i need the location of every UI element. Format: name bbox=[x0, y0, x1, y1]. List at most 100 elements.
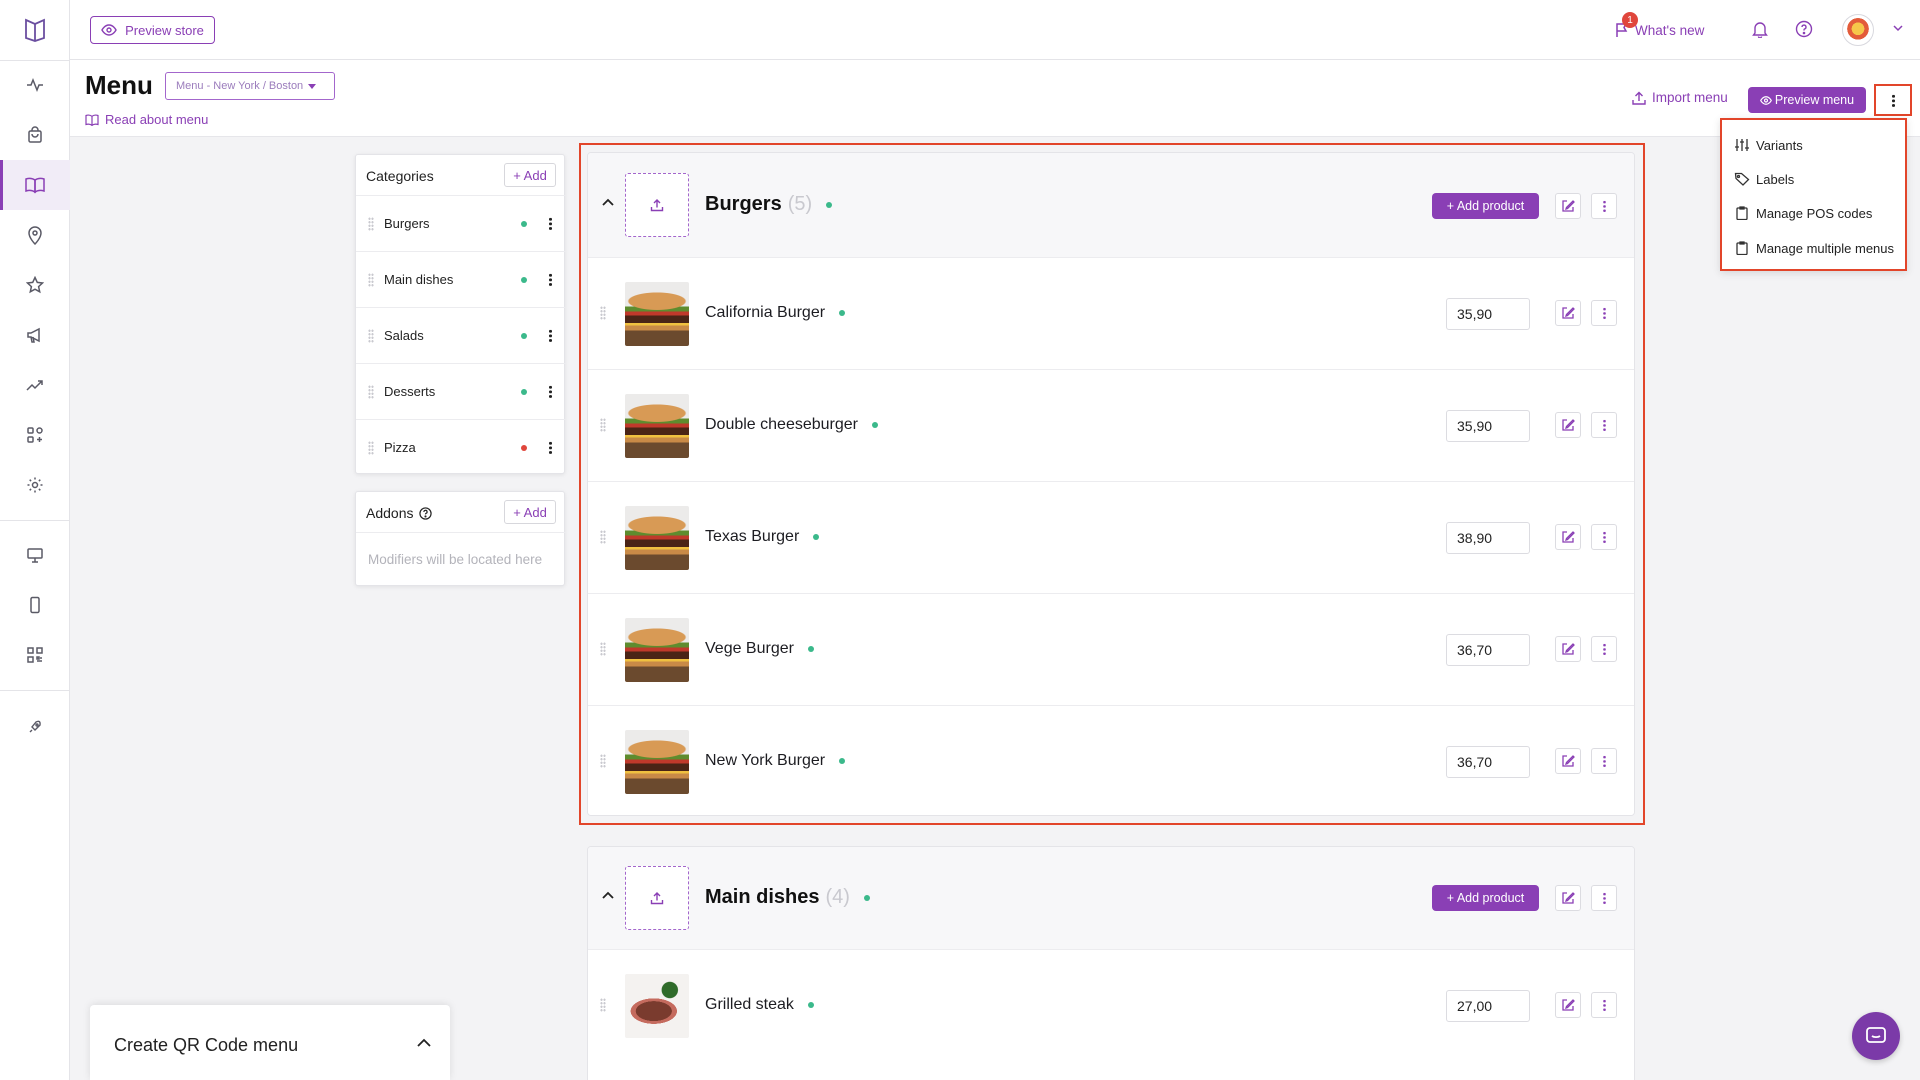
location-pin-icon[interactable] bbox=[0, 210, 70, 260]
status-dot bbox=[521, 388, 527, 395]
more-options-button[interactable] bbox=[1874, 84, 1912, 116]
edit-product-button[interactable] bbox=[1555, 636, 1581, 662]
category-list-item[interactable]: Pizza bbox=[356, 419, 566, 475]
chevron-up-icon[interactable] bbox=[417, 1038, 431, 1047]
product-row[interactable]: New York Burger 36,70 bbox=[588, 705, 1634, 815]
menu-item-manage-pos-codes[interactable]: Manage POS codes bbox=[1722, 196, 1908, 230]
product-more-button[interactable] bbox=[1591, 412, 1617, 438]
whats-new-link[interactable]: 1 What's new bbox=[1615, 12, 1704, 42]
drag-handle-icon[interactable] bbox=[368, 272, 374, 287]
category-list-item[interactable]: Burgers bbox=[356, 195, 566, 251]
add-category-button[interactable]: + Add bbox=[504, 163, 556, 187]
settings-gear-icon[interactable] bbox=[0, 460, 70, 510]
price-input[interactable]: 36,70 bbox=[1446, 746, 1530, 778]
kebab-icon[interactable] bbox=[549, 441, 552, 454]
menu-item-labels[interactable]: Labels bbox=[1722, 162, 1908, 196]
collapse-chevron-icon[interactable] bbox=[602, 198, 614, 206]
price-input[interactable]: 27,00 bbox=[1446, 990, 1530, 1022]
kebab-icon[interactable] bbox=[549, 385, 552, 398]
drag-handle-icon[interactable] bbox=[600, 754, 606, 768]
qr-code-icon[interactable] bbox=[0, 630, 70, 680]
help-icon[interactable] bbox=[1795, 20, 1813, 38]
page-header: Menu Menu - New York / Boston Read about… bbox=[70, 60, 1920, 137]
drag-handle-icon[interactable] bbox=[368, 384, 374, 399]
menu-select[interactable]: Menu - New York / Boston bbox=[165, 72, 335, 100]
help-icon[interactable] bbox=[419, 506, 433, 520]
chat-support-button[interactable] bbox=[1852, 1012, 1900, 1060]
price-input[interactable]: 35,90 bbox=[1446, 410, 1530, 442]
product-row[interactable]: California Burger 35,90 bbox=[588, 257, 1634, 369]
trending-up-icon[interactable] bbox=[0, 360, 70, 410]
add-addon-button[interactable]: + Add bbox=[504, 500, 556, 524]
read-about-menu-link[interactable]: Read about menu bbox=[85, 112, 208, 127]
drag-handle-icon[interactable] bbox=[600, 530, 606, 544]
menu-item-manage-multiple-menus[interactable]: Manage multiple menus bbox=[1722, 231, 1908, 265]
bell-icon[interactable] bbox=[1752, 20, 1768, 38]
product-row[interactable]: Vege Burger 36,70 bbox=[588, 593, 1634, 705]
drag-handle-icon[interactable] bbox=[368, 216, 374, 231]
drag-handle-icon[interactable] bbox=[368, 328, 374, 343]
drag-handle-icon[interactable] bbox=[600, 418, 606, 432]
product-more-button[interactable] bbox=[1591, 636, 1617, 662]
category-list-item[interactable]: Salads bbox=[356, 307, 566, 363]
product-name-wrap: Texas Burger bbox=[705, 528, 820, 546]
activity-icon[interactable] bbox=[0, 60, 70, 110]
collapse-chevron-icon[interactable] bbox=[602, 891, 614, 899]
kebab-icon[interactable] bbox=[549, 217, 552, 230]
qr-code-panel[interactable]: Create QR Code menu bbox=[90, 1005, 450, 1080]
chevron-down-icon[interactable] bbox=[1893, 25, 1903, 32]
drag-handle-icon[interactable] bbox=[600, 306, 606, 320]
import-menu-button[interactable]: Import menu bbox=[1632, 90, 1728, 105]
edit-product-button[interactable] bbox=[1555, 524, 1581, 550]
product-more-button[interactable] bbox=[1591, 748, 1617, 774]
price-input[interactable]: 36,70 bbox=[1446, 634, 1530, 666]
left-nav-rail bbox=[0, 0, 70, 1080]
star-icon[interactable] bbox=[0, 260, 70, 310]
menu-item-variants[interactable]: Variants bbox=[1722, 128, 1908, 162]
menu-book-icon[interactable] bbox=[0, 160, 70, 210]
category-more-button[interactable] bbox=[1591, 193, 1617, 219]
mobile-phone-icon[interactable] bbox=[0, 580, 70, 630]
drag-handle-icon[interactable] bbox=[600, 998, 606, 1012]
product-row[interactable]: Double cheeseburger 35,90 bbox=[588, 369, 1634, 481]
category-list-item[interactable]: Desserts bbox=[356, 363, 566, 419]
status-dot bbox=[863, 894, 870, 901]
category-image-upload[interactable] bbox=[625, 866, 689, 930]
rocket-icon[interactable] bbox=[0, 702, 70, 752]
price-input[interactable]: 38,90 bbox=[1446, 522, 1530, 554]
product-more-button[interactable] bbox=[1591, 524, 1617, 550]
add-product-button[interactable]: + Add product bbox=[1432, 193, 1539, 219]
category-list-item[interactable]: Main dishes bbox=[356, 251, 566, 307]
drag-handle-icon[interactable] bbox=[368, 440, 374, 455]
drag-handle-icon[interactable] bbox=[600, 642, 606, 656]
megaphone-icon[interactable] bbox=[0, 310, 70, 360]
upload-icon bbox=[650, 199, 664, 212]
category-image-upload[interactable] bbox=[625, 173, 689, 237]
edit-category-button[interactable] bbox=[1555, 885, 1581, 911]
edit-product-button[interactable] bbox=[1555, 300, 1581, 326]
edit-category-button[interactable] bbox=[1555, 193, 1581, 219]
kebab-icon[interactable] bbox=[549, 329, 552, 342]
logo-icon[interactable] bbox=[0, 5, 70, 55]
category-more-button[interactable] bbox=[1591, 885, 1617, 911]
product-name: New York Burger bbox=[705, 752, 826, 769]
edit-product-button[interactable] bbox=[1555, 412, 1581, 438]
edit-product-button[interactable] bbox=[1555, 748, 1581, 774]
apps-grid-icon[interactable] bbox=[0, 410, 70, 460]
product-more-button[interactable] bbox=[1591, 300, 1617, 326]
avatar[interactable] bbox=[1842, 14, 1874, 46]
preview-menu-button[interactable]: Preview menu bbox=[1748, 87, 1866, 113]
product-row[interactable]: Grilled steak 27,00 bbox=[588, 949, 1634, 1061]
product-thumbnail bbox=[625, 394, 689, 458]
eye-icon bbox=[101, 24, 117, 36]
menu-item-label: Manage multiple menus bbox=[1756, 240, 1895, 256]
price-input[interactable]: 35,90 bbox=[1446, 298, 1530, 330]
product-more-button[interactable] bbox=[1591, 992, 1617, 1018]
preview-store-button[interactable]: Preview store bbox=[90, 16, 215, 44]
orders-bag-icon[interactable] bbox=[0, 110, 70, 160]
product-row[interactable]: Texas Burger 38,90 bbox=[588, 481, 1634, 593]
desktop-monitor-icon[interactable] bbox=[0, 530, 70, 580]
add-product-button[interactable]: + Add product bbox=[1432, 885, 1539, 911]
kebab-icon[interactable] bbox=[549, 273, 552, 286]
edit-product-button[interactable] bbox=[1555, 992, 1581, 1018]
